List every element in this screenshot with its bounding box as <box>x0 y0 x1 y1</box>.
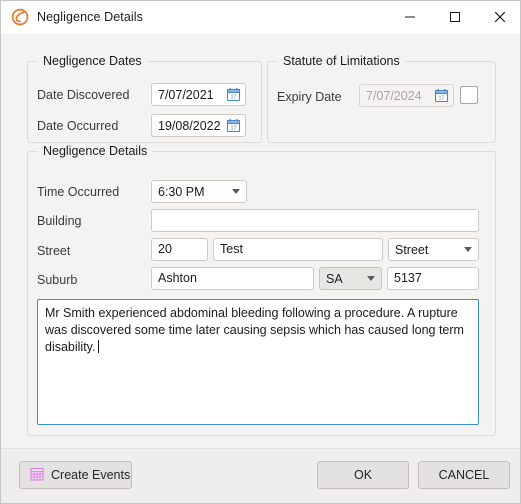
chevron-down-icon <box>367 276 375 281</box>
building-input[interactable] <box>151 209 479 232</box>
window-title: Negligence Details <box>37 10 144 24</box>
negligence-details-group-title: Negligence Details <box>38 144 153 158</box>
app-logo-icon <box>11 8 29 26</box>
create-events-label: Create Events <box>51 468 131 482</box>
calendar-icon[interactable]: 17 <box>226 87 241 102</box>
date-occurred-field[interactable]: 19/08/2022 17 <box>151 114 246 137</box>
calendar-icon: 17 <box>434 88 449 103</box>
narrative-text: Mr Smith experienced abdominal bleeding … <box>45 306 464 354</box>
text-caret <box>98 340 100 353</box>
ok-label: OK <box>353 468 373 482</box>
chevron-down-icon <box>464 247 472 252</box>
date-occurred-label: Date Occurred <box>37 119 119 133</box>
footer-bar: Create Events OK CANCEL <box>1 449 520 503</box>
street-type-dropdown[interactable]: Street <box>388 238 479 261</box>
expiry-date-field: 7/07/2024 17 <box>359 84 454 107</box>
cancel-label: CANCEL <box>438 468 490 482</box>
dialog-window: Negligence Details Negligence Dates Date… <box>0 0 521 504</box>
negligence-dates-group-title: Negligence Dates <box>38 54 147 68</box>
street-label: Street <box>37 244 71 258</box>
suburb-name-input[interactable]: Ashton <box>151 267 314 290</box>
cancel-button[interactable]: CANCEL <box>418 461 510 489</box>
window-controls <box>387 1 520 34</box>
statute-of-limitations-group-title: Statute of Limitations <box>278 54 405 68</box>
date-discovered-value: 7/07/2021 <box>158 87 214 102</box>
calendar-grid-icon <box>30 467 44 484</box>
postcode-input[interactable]: 5137 <box>387 267 479 290</box>
svg-text:17: 17 <box>231 95 237 101</box>
close-icon[interactable] <box>477 1 520 34</box>
street-name-input[interactable]: Test <box>213 238 383 261</box>
suburb-label: Suburb <box>37 273 78 287</box>
street-type-value: Street <box>395 242 429 257</box>
time-occurred-label: Time Occurred <box>37 185 120 199</box>
title-bar: Negligence Details <box>1 1 520 34</box>
street-number-input[interactable]: 20 <box>151 238 208 261</box>
expiry-date-label: Expiry Date <box>277 90 342 104</box>
date-discovered-label: Date Discovered <box>37 88 130 102</box>
building-label: Building <box>37 214 82 228</box>
create-events-button[interactable]: Create Events <box>19 461 132 489</box>
time-occurred-dropdown[interactable]: 6:30 PM <box>151 180 247 203</box>
minimize-icon[interactable] <box>387 1 432 34</box>
expiry-date-value: 7/07/2024 <box>366 88 422 103</box>
svg-text:17: 17 <box>231 126 237 132</box>
narrative-textarea[interactable]: Mr Smith experienced abdominal bleeding … <box>37 299 479 425</box>
maximize-icon[interactable] <box>432 1 477 34</box>
date-discovered-field[interactable]: 7/07/2021 17 <box>151 83 246 106</box>
ok-button[interactable]: OK <box>317 461 409 489</box>
date-occurred-value: 19/08/2022 <box>158 118 221 133</box>
state-value: SA <box>326 271 343 286</box>
state-dropdown[interactable]: SA <box>319 267 382 290</box>
chevron-down-icon <box>232 189 240 194</box>
calendar-icon[interactable]: 17 <box>226 118 241 133</box>
svg-text:17: 17 <box>439 96 445 102</box>
expiry-date-checkbox[interactable] <box>460 86 478 104</box>
time-occurred-value: 6:30 PM <box>158 184 205 199</box>
